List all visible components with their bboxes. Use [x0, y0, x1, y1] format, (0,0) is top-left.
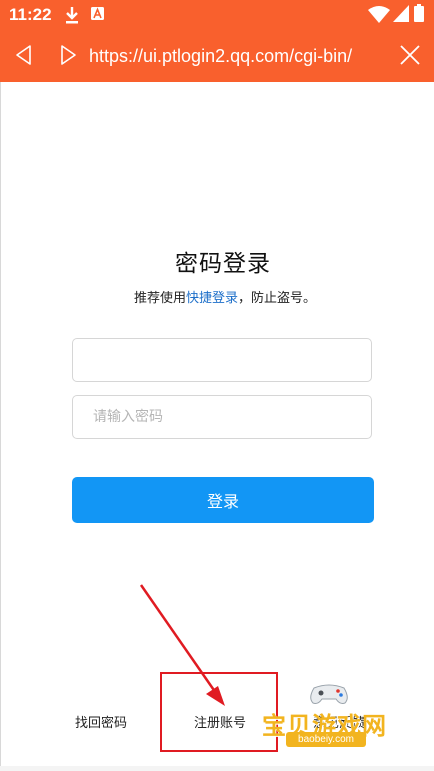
- close-icon[interactable]: [398, 43, 422, 67]
- app-notification-icon: [91, 7, 104, 20]
- gamepad-icon: [310, 684, 348, 704]
- hint-text-after: ，防止盗号。: [238, 291, 317, 306]
- login-hint: 推荐使用快捷登录，防止盗号。: [0, 287, 434, 306]
- page-title: 密码登录: [175, 251, 271, 277]
- signal-icon: [393, 5, 409, 22]
- url-field[interactable]: https://ui.ptlogin2.qq.com/cgi-bin/: [89, 43, 387, 69]
- battery-icon: [414, 4, 424, 22]
- feedback-link[interactable]: 意见反馈: [313, 712, 365, 731]
- password-input[interactable]: [72, 395, 372, 439]
- forward-arrow-icon[interactable]: [57, 43, 79, 67]
- bottom-divider: [0, 766, 434, 771]
- watermark-url: baobeiy.com: [286, 732, 366, 747]
- status-time: 11:22: [9, 5, 52, 24]
- account-input[interactable]: [72, 338, 372, 382]
- back-arrow-icon[interactable]: [13, 43, 35, 67]
- page-left-border: [0, 82, 1, 771]
- forgot-password-link[interactable]: 找回密码: [75, 712, 127, 731]
- annotation-arrow: [139, 584, 225, 706]
- status-bar: 11:22: [0, 0, 434, 30]
- browser-toolbar: https://ui.ptlogin2.qq.com/cgi-bin/: [0, 30, 434, 82]
- wifi-icon: [368, 6, 390, 23]
- quick-login-link[interactable]: 快捷登录: [186, 291, 238, 306]
- download-icon: [66, 7, 78, 24]
- hint-text-before: 推荐使用: [133, 291, 186, 306]
- browser-header: 11:22 https://ui.ptlogin2.qq.com/cgi-bin…: [0, 0, 434, 82]
- login-button[interactable]: 登录: [72, 477, 374, 523]
- register-account-link[interactable]: 注册账号: [194, 712, 246, 731]
